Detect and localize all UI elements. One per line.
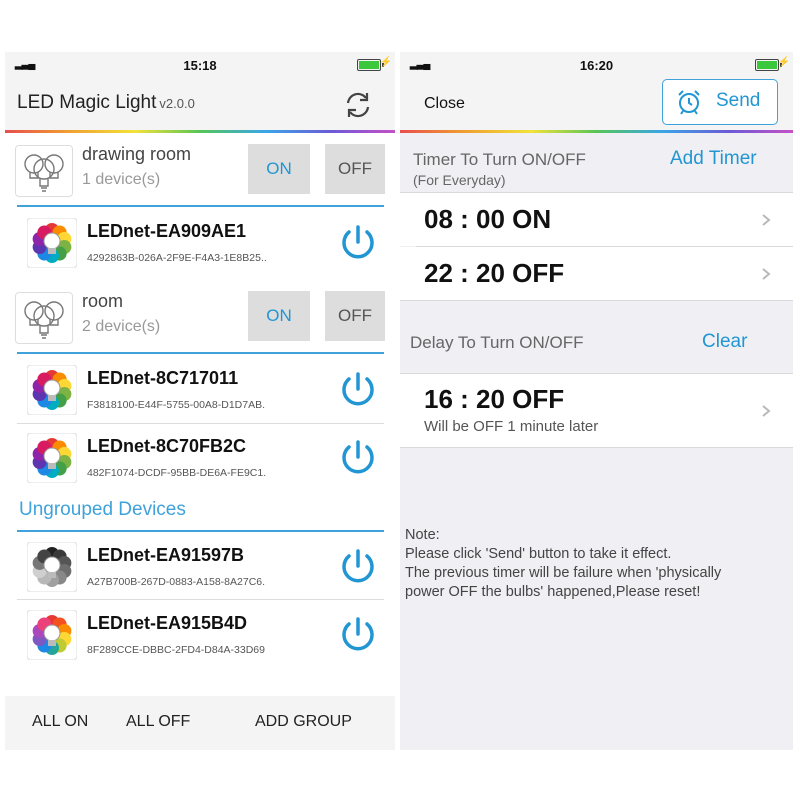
clear-button[interactable]: Clear <box>702 331 747 353</box>
group-count: 1 device(s) <box>82 171 161 188</box>
device-id: 4292863B-026A-2F9E-F4A3-1E8B25.. <box>87 252 267 264</box>
note-heading: Note: <box>405 527 440 543</box>
power-icon[interactable] <box>336 220 380 264</box>
charging-icon: ⚡ <box>379 57 392 68</box>
power-icon[interactable] <box>336 612 380 656</box>
delay-section-title: Delay To Turn ON/OFF <box>410 333 584 352</box>
device-name: LEDnet-8C70FB2C <box>87 436 247 456</box>
color-bulb-icon <box>27 365 77 415</box>
group-name: room <box>82 291 124 311</box>
timer-row[interactable]: 08 : 00 ON <box>400 193 793 246</box>
status-time: 16:20 <box>579 58 614 73</box>
delay-row[interactable]: 16 : 20 OFF Will be OFF 1 minute later <box>400 374 793 447</box>
group-on-button[interactable]: ON <box>248 144 310 194</box>
group-divider <box>17 205 384 207</box>
device-id: 482F1074-DCDF-95BB-DE6A-FE9C1. <box>87 467 267 479</box>
device-row[interactable]: LEDnet-8C70FB2C 482F1074-DCDF-95BB-DE6A-… <box>5 424 395 490</box>
divider <box>400 447 793 448</box>
battery-icon <box>755 59 782 71</box>
timer-section-subtitle: (For Everyday) <box>413 172 506 188</box>
group-name: drawing room <box>82 144 192 164</box>
power-icon[interactable] <box>336 367 380 411</box>
row-divider <box>17 599 384 600</box>
add-timer-button[interactable]: Add Timer <box>670 148 757 170</box>
group-on-button[interactable]: ON <box>248 291 310 341</box>
device-row[interactable]: LEDnet-8C717011 F3818100-E44F-5755-00A8-… <box>5 356 395 422</box>
color-bulb-icon <box>27 610 77 660</box>
timer-row[interactable]: 22 : 20 OFF <box>400 247 793 300</box>
note-line: Please click 'Send' button to take it ef… <box>405 546 672 562</box>
right-screen: ▂▃▄ 16:20 ⚡ Close Send Timer To Turn ON/… <box>400 52 793 750</box>
note-line: power OFF the bulbs' happened,Please res… <box>405 584 701 600</box>
rainbow-divider <box>5 130 395 133</box>
app-name: LED Magic Light <box>17 92 157 113</box>
device-id: F3818100-E44F-5755-00A8-D1D7AB. <box>87 399 266 411</box>
page-title: LED Magic Light v2.0.0 <box>17 92 195 114</box>
chevron-right-icon <box>762 268 770 280</box>
battery-icon <box>357 59 384 71</box>
device-row[interactable]: LEDnet-EA915B4D 8F289CCE-DBBC-2FD4-D84A-… <box>5 601 395 667</box>
status-bar: ▂▃▄ 16:20 ⚡ <box>400 52 793 78</box>
left-screen: ▂▃▄ 15:18 ⚡ LED Magic Light v2.0.0 drawin… <box>5 52 395 750</box>
group-room[interactable]: room 2 device(s) ON OFF <box>5 283 395 349</box>
bottom-toolbar: ALL ON ALL OFF ADD GROUP <box>5 696 395 750</box>
chevron-right-icon <box>762 405 770 417</box>
timer-text: 22 : 20 OFF <box>424 258 565 288</box>
note-text: Note: Please click 'Send' button to take… <box>405 526 785 602</box>
send-button[interactable]: Send <box>662 79 778 125</box>
timer-text: 08 : 00 ON <box>424 204 552 234</box>
charging-icon: ⚡ <box>777 57 790 68</box>
delay-description: Will be OFF 1 minute later <box>424 418 599 435</box>
group-drawing-room[interactable]: drawing room 1 device(s) ON OFF <box>5 136 395 202</box>
nav-bar: Close Send <box>400 78 793 130</box>
device-name: LEDnet-EA915B4D <box>87 613 248 633</box>
status-time: 15:18 <box>183 58 217 73</box>
group-off-button[interactable]: OFF <box>325 291 385 341</box>
group-divider <box>17 352 384 354</box>
device-name: LEDnet-EA909AE1 <box>87 221 247 241</box>
device-id: A27B700B-267D-0883-A158-8A27C6. <box>87 576 266 588</box>
divider <box>400 300 793 301</box>
grey-bulb-icon <box>27 542 77 592</box>
group-off-button[interactable]: OFF <box>325 144 385 194</box>
timer-section-title: Timer To Turn ON/OFF <box>413 150 586 169</box>
device-name: LEDnet-8C717011 <box>87 368 239 388</box>
note-line: The previous timer will be failure when … <box>405 565 722 581</box>
delay-text: 16 : 20 OFF <box>424 384 565 414</box>
device-row[interactable]: LEDnet-EA91597B A27B700B-267D-0883-A158-… <box>5 533 395 599</box>
alarm-clock-icon <box>678 90 700 115</box>
device-name: LEDnet-EA91597B <box>87 545 245 565</box>
all-on-button[interactable]: ALL ON <box>32 713 88 731</box>
color-bulb-icon <box>27 218 77 268</box>
ungrouped-divider <box>17 530 384 532</box>
device-id: 8F289CCE-DBBC-2FD4-D84A-33D69 <box>87 644 265 656</box>
group-count: 2 device(s) <box>82 318 161 335</box>
bulbs-group-icon <box>15 292 73 344</box>
power-icon[interactable] <box>336 435 380 479</box>
send-label: Send <box>716 90 761 111</box>
close-button[interactable]: Close <box>424 95 465 113</box>
app-version: v2.0.0 <box>159 96 195 111</box>
rainbow-divider <box>400 130 793 133</box>
ungrouped-heading: Ungrouped Devices <box>19 499 186 520</box>
all-off-button[interactable]: ALL OFF <box>126 713 190 731</box>
nav-bar: LED Magic Light v2.0.0 <box>5 78 395 130</box>
add-group-button[interactable]: ADD GROUP <box>255 713 352 731</box>
chevron-right-icon <box>762 214 770 226</box>
status-bar: ▂▃▄ 15:18 ⚡ <box>5 52 395 78</box>
device-row[interactable]: LEDnet-EA909AE1 4292863B-026A-2F9E-F4A3-… <box>5 209 395 275</box>
refresh-icon[interactable] <box>343 90 373 120</box>
bulbs-group-icon <box>15 145 73 197</box>
power-icon[interactable] <box>336 544 380 588</box>
color-bulb-icon <box>27 433 77 483</box>
